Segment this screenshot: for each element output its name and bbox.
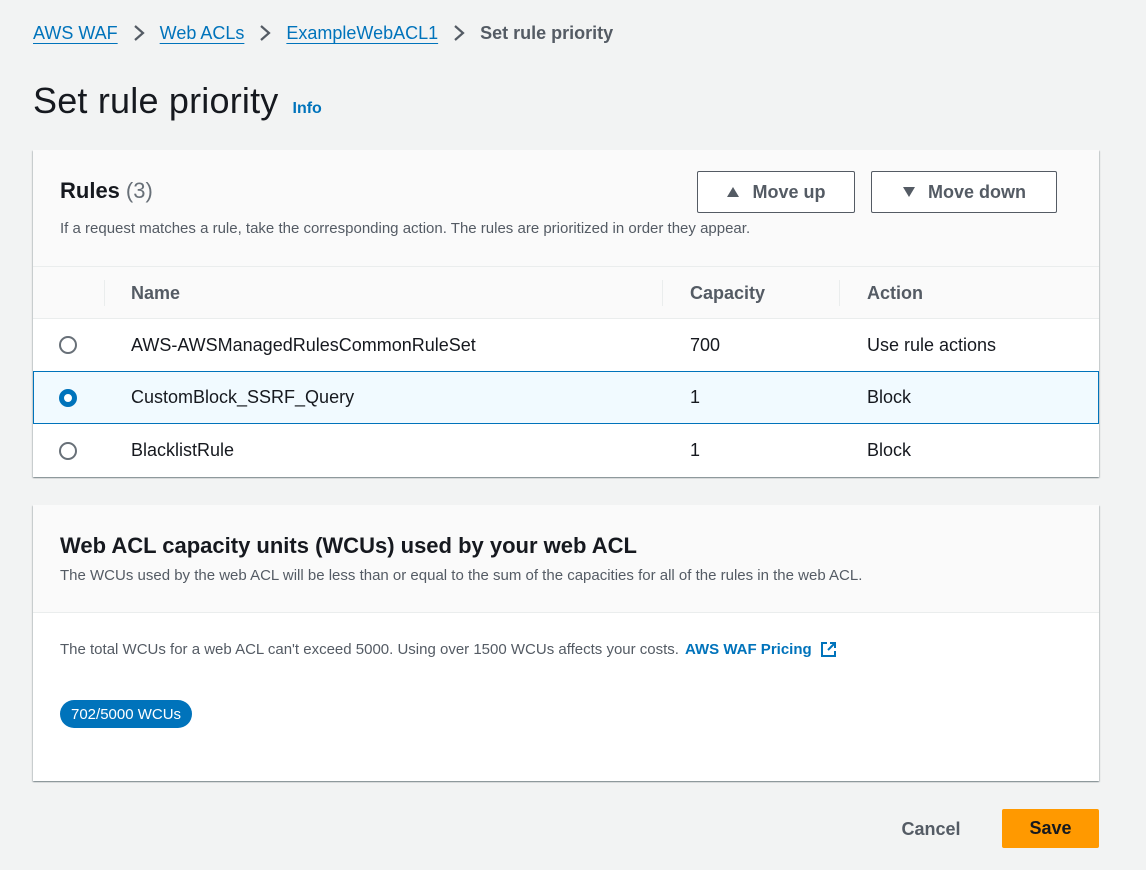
rule-name: BlacklistRule: [131, 440, 235, 460]
column-header-action[interactable]: Action: [867, 267, 923, 319]
cancel-button[interactable]: Cancel: [885, 810, 977, 848]
rules-header: Rules (3) If a request matches a rule, ta…: [33, 150, 1099, 267]
info-link[interactable]: Info: [293, 100, 322, 118]
rule-capacity: 1: [690, 440, 701, 460]
triangle-up-icon: [727, 187, 740, 197]
move-up-label: Move up: [752, 181, 826, 202]
column-divider: [662, 280, 663, 306]
breadcrumb-example-web-acl[interactable]: ExampleWebACL1: [286, 23, 438, 44]
table-row[interactable]: AWS-AWSManagedRulesCommonRuleSet 700 Use…: [33, 319, 1099, 372]
rules-title: Rules (3): [60, 178, 153, 204]
move-up-button[interactable]: Move up: [697, 171, 855, 213]
rule-action: Use rule actions: [867, 334, 997, 355]
page-header: Set rule priority Info: [33, 80, 322, 126]
rule-action: Block: [867, 387, 912, 407]
wcu-title: Web ACL capacity units (WCUs) used by yo…: [60, 533, 637, 558]
wcu-note: The total WCUs for a web ACL can't excee…: [60, 641, 837, 658]
row-radio[interactable]: [59, 441, 77, 460]
rule-action: Block: [867, 440, 912, 460]
rules-table-body: AWS-AWSManagedRulesCommonRuleSet 700 Use…: [33, 319, 1099, 477]
breadcrumb: AWS WAF Web ACLs ExampleWebACL1 Set rule…: [33, 20, 613, 46]
column-divider: [104, 280, 105, 306]
row-radio-checked[interactable]: [59, 388, 77, 407]
table-row[interactable]: BlacklistRule 1 Block: [33, 424, 1099, 477]
table-row-selected[interactable]: CustomBlock_SSRF_Query 1 Block: [33, 371, 1099, 424]
row-radio[interactable]: [59, 336, 77, 354]
waf-pricing-label: AWS WAF Pricing: [684, 641, 812, 658]
breadcrumb-current: Set rule priority: [480, 22, 614, 43]
rule-name: CustomBlock_SSRF_Query: [131, 387, 355, 407]
column-divider: [839, 280, 840, 306]
save-button[interactable]: Save: [1002, 809, 1099, 848]
rule-name: AWS-AWSManagedRulesCommonRuleSet: [131, 334, 476, 355]
breadcrumb-aws-waf[interactable]: AWS WAF: [33, 23, 118, 44]
move-down-label: Move down: [928, 181, 1026, 202]
triangle-down-icon: [903, 187, 915, 197]
page-title: Set rule priority: [33, 80, 279, 121]
rules-panel: Rules (3) If a request matches a rule, ta…: [33, 150, 1099, 477]
rules-count: (3): [125, 178, 153, 203]
wcu-header: Web ACL capacity units (WCUs) used by yo…: [33, 505, 1099, 613]
rule-capacity: 700: [690, 334, 721, 355]
wcu-panel: Web ACL capacity units (WCUs) used by yo…: [33, 505, 1099, 781]
breadcrumb-web-acls[interactable]: Web ACLs: [160, 23, 245, 44]
rule-capacity: 1: [690, 387, 701, 407]
external-link-icon: [820, 642, 836, 657]
column-header-name[interactable]: Name: [131, 267, 180, 319]
rules-title-text: Rules: [60, 178, 120, 203]
chevron-right-icon: [244, 24, 286, 42]
wcu-description: The WCUs used by the web ACL will be les…: [60, 567, 863, 584]
wcu-usage-badge: 702/5000 WCUs: [60, 700, 193, 728]
rules-description: If a request matches a rule, take the co…: [60, 220, 751, 237]
rules-table-header: Name Capacity Action: [33, 267, 1099, 319]
chevron-right-icon: [118, 24, 160, 42]
chevron-right-icon: [438, 24, 480, 42]
column-header-capacity[interactable]: Capacity: [690, 267, 765, 319]
move-down-button[interactable]: Move down: [871, 171, 1057, 213]
wcu-note-text: The total WCUs for a web ACL can't excee…: [60, 641, 679, 658]
waf-pricing-link[interactable]: AWS WAF Pricing: [685, 641, 837, 658]
